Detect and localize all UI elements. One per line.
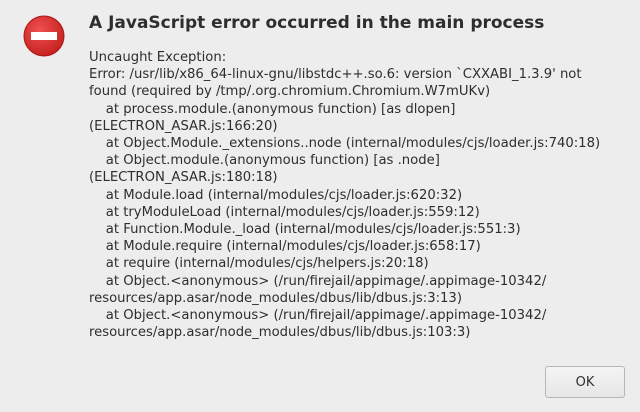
error-message-line: at Object.Module._extensions..node (inte…	[89, 136, 601, 152]
error-message-line: at Function.Module._load (internal/modul…	[89, 222, 521, 238]
error-message-line: resources/app.asar/node_modules/dbus/lib…	[89, 325, 471, 341]
error-message-line: Error: /usr/lib/x86_64-linux-gnu/libstdc…	[89, 67, 582, 83]
error-message-line: at Module.load (internal/modules/cjs/loa…	[89, 187, 463, 203]
error-message-line: at process.module.(anonymous function) […	[89, 101, 456, 117]
error-stop-icon	[23, 15, 65, 57]
error-message-line: at Module.require (internal/modules/cjs/…	[89, 239, 481, 255]
error-message-line: at Object.<anonymous> (/run/firejail/app…	[89, 273, 547, 289]
error-message-line: at Object.<anonymous> (/run/firejail/app…	[89, 308, 547, 324]
error-message-line: at tryModuleLoad (internal/modules/cjs/l…	[89, 204, 480, 220]
error-message-line: (ELECTRON_ASAR.js:180:18)	[89, 170, 278, 186]
ok-button[interactable]: OK	[545, 366, 625, 398]
error-message-line: at Object.module.(anonymous function) [a…	[89, 153, 440, 169]
error-message-line: (ELECTRON_ASAR.js:166:20)	[89, 118, 278, 134]
error-message-line: found (required by /tmp/.org.chromium.Ch…	[89, 84, 491, 100]
error-message-line: resources/app.asar/node_modules/dbus/lib…	[89, 290, 462, 306]
error-message-line: at require (internal/modules/cjs/helpers…	[89, 256, 429, 272]
error-message: Uncaught Exception: Error: /usr/lib/x86_6…	[89, 49, 629, 341]
error-dialog: A JavaScript error occurred in the main …	[0, 0, 640, 412]
dialog-title: A JavaScript error occurred in the main …	[89, 13, 545, 33]
error-message-line: Uncaught Exception:	[89, 50, 227, 65]
